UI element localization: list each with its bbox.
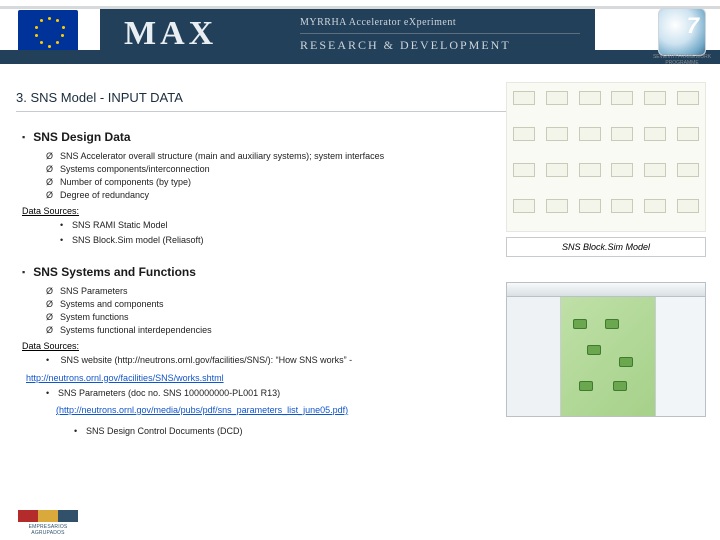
section1-sources: SNS RAMI Static Model SNS Block.Sim mode… [60, 218, 496, 247]
footer-logo-text: EMPRESARIOS AGRUPADOS [18, 524, 78, 536]
programme-title-small: MYRRHA Accelerator eXperiment [300, 17, 456, 28]
bullet-item: Number of components (by type) [46, 176, 496, 189]
section1-heading: SNS Design Data [22, 130, 496, 144]
section2-sources: SNS website (http://neutrons.ornl.gov/fa… [46, 353, 496, 438]
bullet-item: Systems functional interdependencies [46, 324, 496, 337]
diagram-caption: SNS Block.Sim Model [506, 237, 706, 257]
software-screenshot [506, 282, 706, 417]
header-band [0, 50, 720, 64]
source-item: SNS RAMI Static Model [60, 218, 496, 232]
section1-bullets: SNS Accelerator overall structure (main … [46, 150, 496, 202]
empresarios-agrupados-logo: EMPRESARIOS AGRUPADOS [18, 510, 78, 536]
bullet-item: Systems components/interconnection [46, 163, 496, 176]
section2-sources-label: Data Sources: [22, 341, 496, 351]
bullet-item: Systems and components [46, 298, 496, 311]
header: MAX MYRRHA Accelerator eXperiment RESEAR… [0, 0, 720, 68]
source-item: SNS Parameters (doc no. SNS 100000000-PL… [46, 386, 496, 400]
source-link-howsnsworks[interactable]: http://neutrons.ornl.gov/facilities/SNS/… [26, 373, 224, 383]
source-item: SNS Design Control Documents (DCD) [74, 424, 496, 438]
section1-sources-label: Data Sources: [22, 206, 496, 216]
source-link-parameters-pdf[interactable]: (http://neutrons.ornl.gov/media/pubs/pdf… [56, 405, 348, 415]
max-logo-text: MAX [124, 15, 217, 53]
fp7-caption: SEVENTH FRAMEWORK PROGRAMME [652, 54, 712, 66]
bullet-item: System functions [46, 311, 496, 324]
bullet-item: SNS Accelerator overall structure (main … [46, 150, 496, 163]
sns-blocksim-diagram [506, 82, 706, 232]
source-item: SNS website (http://neutrons.ornl.gov/fa… [46, 353, 496, 367]
eu-flag-icon [18, 10, 78, 54]
bullet-item: Degree of redundancy [46, 189, 496, 202]
source-text: SNS website (http://neutrons.ornl.gov/fa… [61, 355, 353, 365]
bullet-item: SNS Parameters [46, 285, 496, 298]
fp7-logo-icon [658, 8, 706, 56]
section2-heading: SNS Systems and Functions [22, 265, 496, 279]
source-item: SNS Block.Sim model (Reliasoft) [60, 233, 496, 247]
section2-bullets: SNS Parameters Systems and components Sy… [46, 285, 496, 337]
